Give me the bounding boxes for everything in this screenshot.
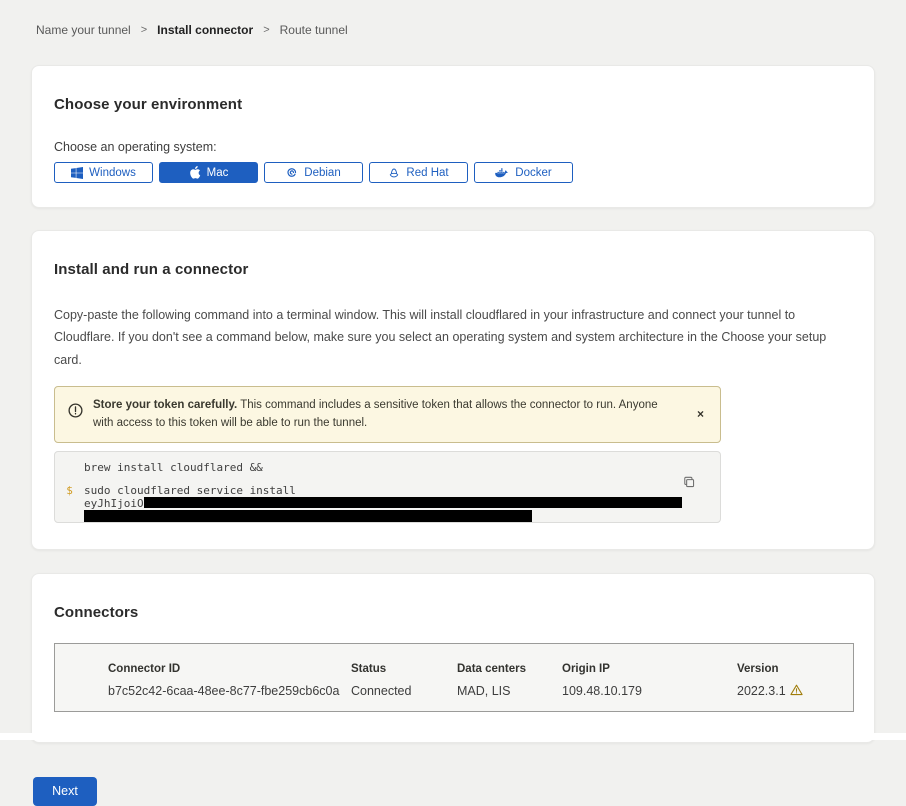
cell-data-centers: MAD, LIS (457, 684, 562, 698)
breadcrumb-separator: > (263, 24, 269, 36)
header-origin-ip: Origin IP (562, 663, 737, 675)
connectors-table: Connector ID b7c52c42-6caa-48ee-8c77-fbe… (54, 643, 854, 712)
os-button-redhat[interactable]: Red Hat (369, 162, 468, 183)
header-connector-id: Connector ID (108, 663, 351, 675)
token-warning-banner: Store your token carefully. This command… (54, 386, 721, 443)
breadcrumb-name-your-tunnel[interactable]: Name your tunnel (36, 23, 131, 37)
header-status: Status (351, 663, 457, 675)
cell-version: 2022.3.1 (737, 684, 786, 698)
connector-card-description: Copy-paste the following command into a … (54, 304, 852, 371)
cell-connector-id: b7c52c42-6caa-48ee-8c77-fbe259cb6c0a (108, 684, 351, 698)
code-line-token-2 (55, 510, 720, 523)
next-button[interactable]: Next (33, 777, 97, 806)
copy-icon[interactable] (683, 476, 696, 492)
breadcrumb-install-connector[interactable]: Install connector (157, 23, 253, 37)
header-data-centers: Data centers (457, 663, 562, 675)
column-connector-id: Connector ID b7c52c42-6caa-48ee-8c77-fbe… (108, 663, 351, 711)
connectors-card: Connectors Connector ID b7c52c42-6caa-48… (31, 573, 875, 743)
install-connector-card: Install and run a connector Copy-paste t… (31, 230, 875, 550)
breadcrumb-separator: > (141, 24, 147, 36)
docker-icon (495, 167, 509, 179)
shell-prompt: $ (55, 485, 84, 497)
os-select-label: Choose an operating system: (54, 140, 852, 154)
alert-circle-icon (68, 403, 83, 423)
os-button-windows[interactable]: Windows (54, 162, 153, 183)
column-origin-ip: Origin IP 109.48.10.179 (562, 663, 737, 711)
redaction-bar (84, 510, 532, 522)
status-badge: Connected (351, 684, 457, 698)
os-button-debian[interactable]: Debian (264, 162, 363, 183)
connectors-card-title: Connectors (54, 604, 852, 621)
os-button-docker[interactable]: Docker (474, 162, 573, 183)
environment-card-title: Choose your environment (54, 96, 852, 113)
warning-message: Store your token carefully. This command… (93, 396, 668, 433)
code-line-2: $ sudo cloudflared service install (55, 485, 720, 497)
redaction-bar (144, 497, 682, 508)
column-status: Status Connected (351, 663, 457, 711)
install-command-codeblock: brew install cloudflared && $ sudo cloud… (54, 451, 721, 523)
choose-environment-card: Choose your environment Choose an operat… (31, 65, 875, 208)
code-line-1: brew install cloudflared && (55, 462, 720, 474)
banner-close-icon[interactable]: × (693, 405, 708, 423)
redhat-icon (388, 167, 400, 179)
column-data-centers: Data centers MAD, LIS (457, 663, 562, 711)
connector-card-title: Install and run a connector (54, 261, 852, 278)
breadcrumb-route-tunnel[interactable]: Route tunnel (280, 23, 348, 37)
os-button-mac[interactable]: Mac (159, 162, 258, 183)
debian-icon (286, 167, 298, 179)
cell-origin-ip: 109.48.10.179 (562, 684, 737, 698)
apple-icon (189, 166, 201, 179)
code-line-token: eyJhIjoiO (55, 497, 720, 510)
token-prefix: eyJhIjoiO (84, 497, 144, 510)
column-version: Version 2022.3.1 (737, 663, 847, 711)
bottom-strip (0, 733, 906, 740)
header-version: Version (737, 663, 847, 675)
windows-icon (71, 167, 83, 179)
version-warning-icon (790, 684, 803, 699)
os-button-group: Windows Mac Debian Red Hat Docker (54, 162, 852, 183)
breadcrumb: Name your tunnel > Install connector > R… (0, 0, 906, 37)
